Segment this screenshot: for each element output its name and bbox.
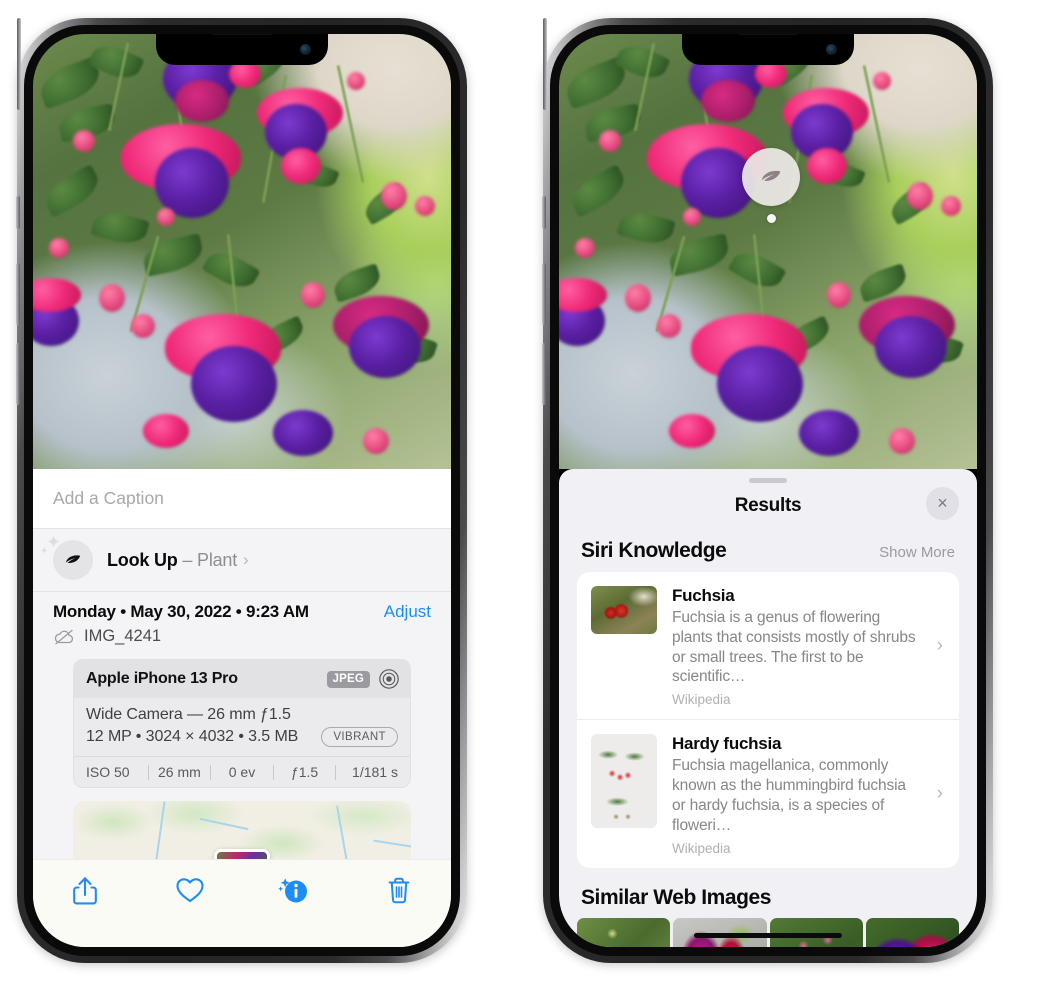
volume-down-button[interactable]: [16, 343, 20, 405]
photo-info-sheet: Add a Caption ✦ ✦ Look Up – Plant › Mond…: [33, 469, 451, 947]
knowledge-thumbnail: [591, 586, 657, 634]
similar-web-image[interactable]: [577, 917, 671, 947]
silence-switch[interactable]: [542, 196, 546, 229]
caption-input[interactable]: Add a Caption: [33, 469, 451, 529]
format-badge: JPEG: [326, 670, 370, 688]
chevron-right-icon: ›: [936, 782, 943, 804]
photo-toolbar: [33, 859, 451, 947]
knowledge-description: Fuchsia magellanica, commonly known as t…: [672, 757, 906, 834]
leaf-icon: [761, 170, 781, 182]
volume-up-button[interactable]: [16, 263, 20, 325]
photo-date: Monday • May 30, 2022 • 9:23 AM: [53, 602, 309, 621]
similar-web-images-header: Similar Web Images: [559, 868, 977, 918]
volume-up-button[interactable]: [542, 263, 546, 325]
results-title: Results: [734, 495, 802, 516]
silence-switch[interactable]: [16, 196, 20, 229]
photo-viewer[interactable]: [33, 34, 451, 469]
siri-knowledge-cards: Fuchsia Fuchsia is a genus of flowering …: [577, 572, 959, 868]
favorite-button[interactable]: [138, 876, 243, 909]
look-up-dash: –: [177, 549, 198, 570]
results-sheet: Results × Siri Knowledge Show More Fuchs…: [559, 469, 977, 947]
share-icon: [72, 876, 98, 911]
delete-button[interactable]: [347, 876, 452, 911]
left-iphone-device: Add a Caption ✦ ✦ Look Up – Plant › Mond…: [16, 18, 467, 963]
trash-icon: [386, 876, 412, 911]
front-camera-icon: [826, 44, 837, 55]
exif-lens-line: Wide Camera — 26 mm ƒ1.5: [86, 706, 291, 723]
front-camera-icon: [300, 44, 311, 55]
exif-stat-aperture: ƒ1.5: [290, 764, 319, 780]
exif-card: Apple iPhone 13 Pro JPEG Wide Camera — 2…: [73, 659, 411, 788]
heart-icon: [175, 876, 205, 909]
show-more-button[interactable]: Show More: [879, 544, 955, 561]
exif-stats-row: ISO 50 26 mm 0 ev ƒ1.5 1/181 s: [74, 756, 410, 787]
photo-metadata-block: Monday • May 30, 2022 • 9:23 AM Adjust I…: [33, 591, 451, 871]
screenshot-stage: Add a Caption ✦ ✦ Look Up – Plant › Mond…: [0, 0, 1055, 985]
side-power-button[interactable]: [17, 18, 21, 110]
knowledge-card[interactable]: Fuchsia Fuchsia is a genus of flowering …: [577, 572, 959, 719]
knowledge-description: Fuchsia is a genus of flowering plants t…: [672, 609, 916, 686]
look-up-title: Look Up: [107, 549, 178, 570]
left-phone-screen: Add a Caption ✦ ✦ Look Up – Plant › Mond…: [33, 34, 451, 947]
notch: [682, 34, 854, 65]
visual-look-up-anchor-dot: [767, 214, 776, 223]
photo-filename: IMG_4241: [84, 627, 162, 645]
exif-device-name: Apple iPhone 13 Pro: [86, 670, 238, 687]
share-button[interactable]: [33, 876, 138, 911]
side-power-button[interactable]: [543, 18, 547, 110]
close-icon[interactable]: ×: [926, 487, 959, 520]
knowledge-title: Fuchsia: [672, 586, 735, 605]
knowledge-source: Wikipedia: [672, 692, 731, 708]
earpiece-speaker: [211, 34, 273, 35]
exif-size-line: 12 MP • 3024 × 4032 • 3.5 MB: [86, 728, 299, 745]
photo-viewer[interactable]: [559, 34, 977, 469]
leaf-icon: [53, 540, 93, 580]
chevron-right-icon: ›: [936, 634, 943, 656]
look-up-row[interactable]: ✦ ✦ Look Up – Plant ›: [33, 529, 451, 591]
exif-stat-shutter: 1/181 s: [352, 764, 398, 780]
sparkle-small-icon: ✦: [40, 546, 49, 557]
photographic-style-badge: VIBRANT: [321, 727, 398, 747]
caption-placeholder: Add a Caption: [53, 488, 164, 508]
exif-stat-iso: ISO 50: [86, 764, 130, 780]
volume-down-button[interactable]: [542, 343, 546, 405]
adjust-date-button[interactable]: Adjust: [384, 602, 431, 622]
siri-knowledge-title: Siri Knowledge: [581, 539, 727, 562]
siri-knowledge-header: Siri Knowledge Show More: [559, 529, 977, 572]
look-up-label: Look Up – Plant: [107, 550, 237, 571]
earpiece-speaker: [737, 34, 799, 35]
look-up-icon-wrap: ✦ ✦: [40, 532, 93, 580]
similar-web-images-title: Similar Web Images: [581, 885, 771, 909]
similar-web-image[interactable]: [865, 917, 959, 947]
knowledge-source: Wikipedia: [672, 840, 731, 856]
results-header: Results ×: [559, 483, 977, 529]
knowledge-title: Hardy fuchsia: [672, 734, 782, 754]
exif-stat-ev: 0 ev: [228, 764, 256, 780]
exif-stat-focal: 26 mm: [157, 764, 201, 780]
chevron-right-icon: ›: [243, 550, 249, 569]
visual-look-up-badge[interactable]: [742, 148, 800, 206]
right-iphone-device: Results × Siri Knowledge Show More Fuchs…: [542, 18, 993, 963]
info-sparkle-icon: [277, 876, 311, 911]
look-up-subject: Plant: [197, 549, 238, 570]
home-indicator[interactable]: [694, 933, 842, 938]
knowledge-card[interactable]: Hardy fuchsia Fuchsia magellanica, commo…: [577, 719, 959, 867]
right-phone-screen: Results × Siri Knowledge Show More Fuchs…: [559, 34, 977, 947]
info-button[interactable]: [242, 876, 347, 911]
aperture-icon: [378, 668, 400, 690]
notch: [156, 34, 328, 65]
cloud-slash-icon: [53, 629, 75, 645]
knowledge-thumbnail: [591, 734, 657, 829]
